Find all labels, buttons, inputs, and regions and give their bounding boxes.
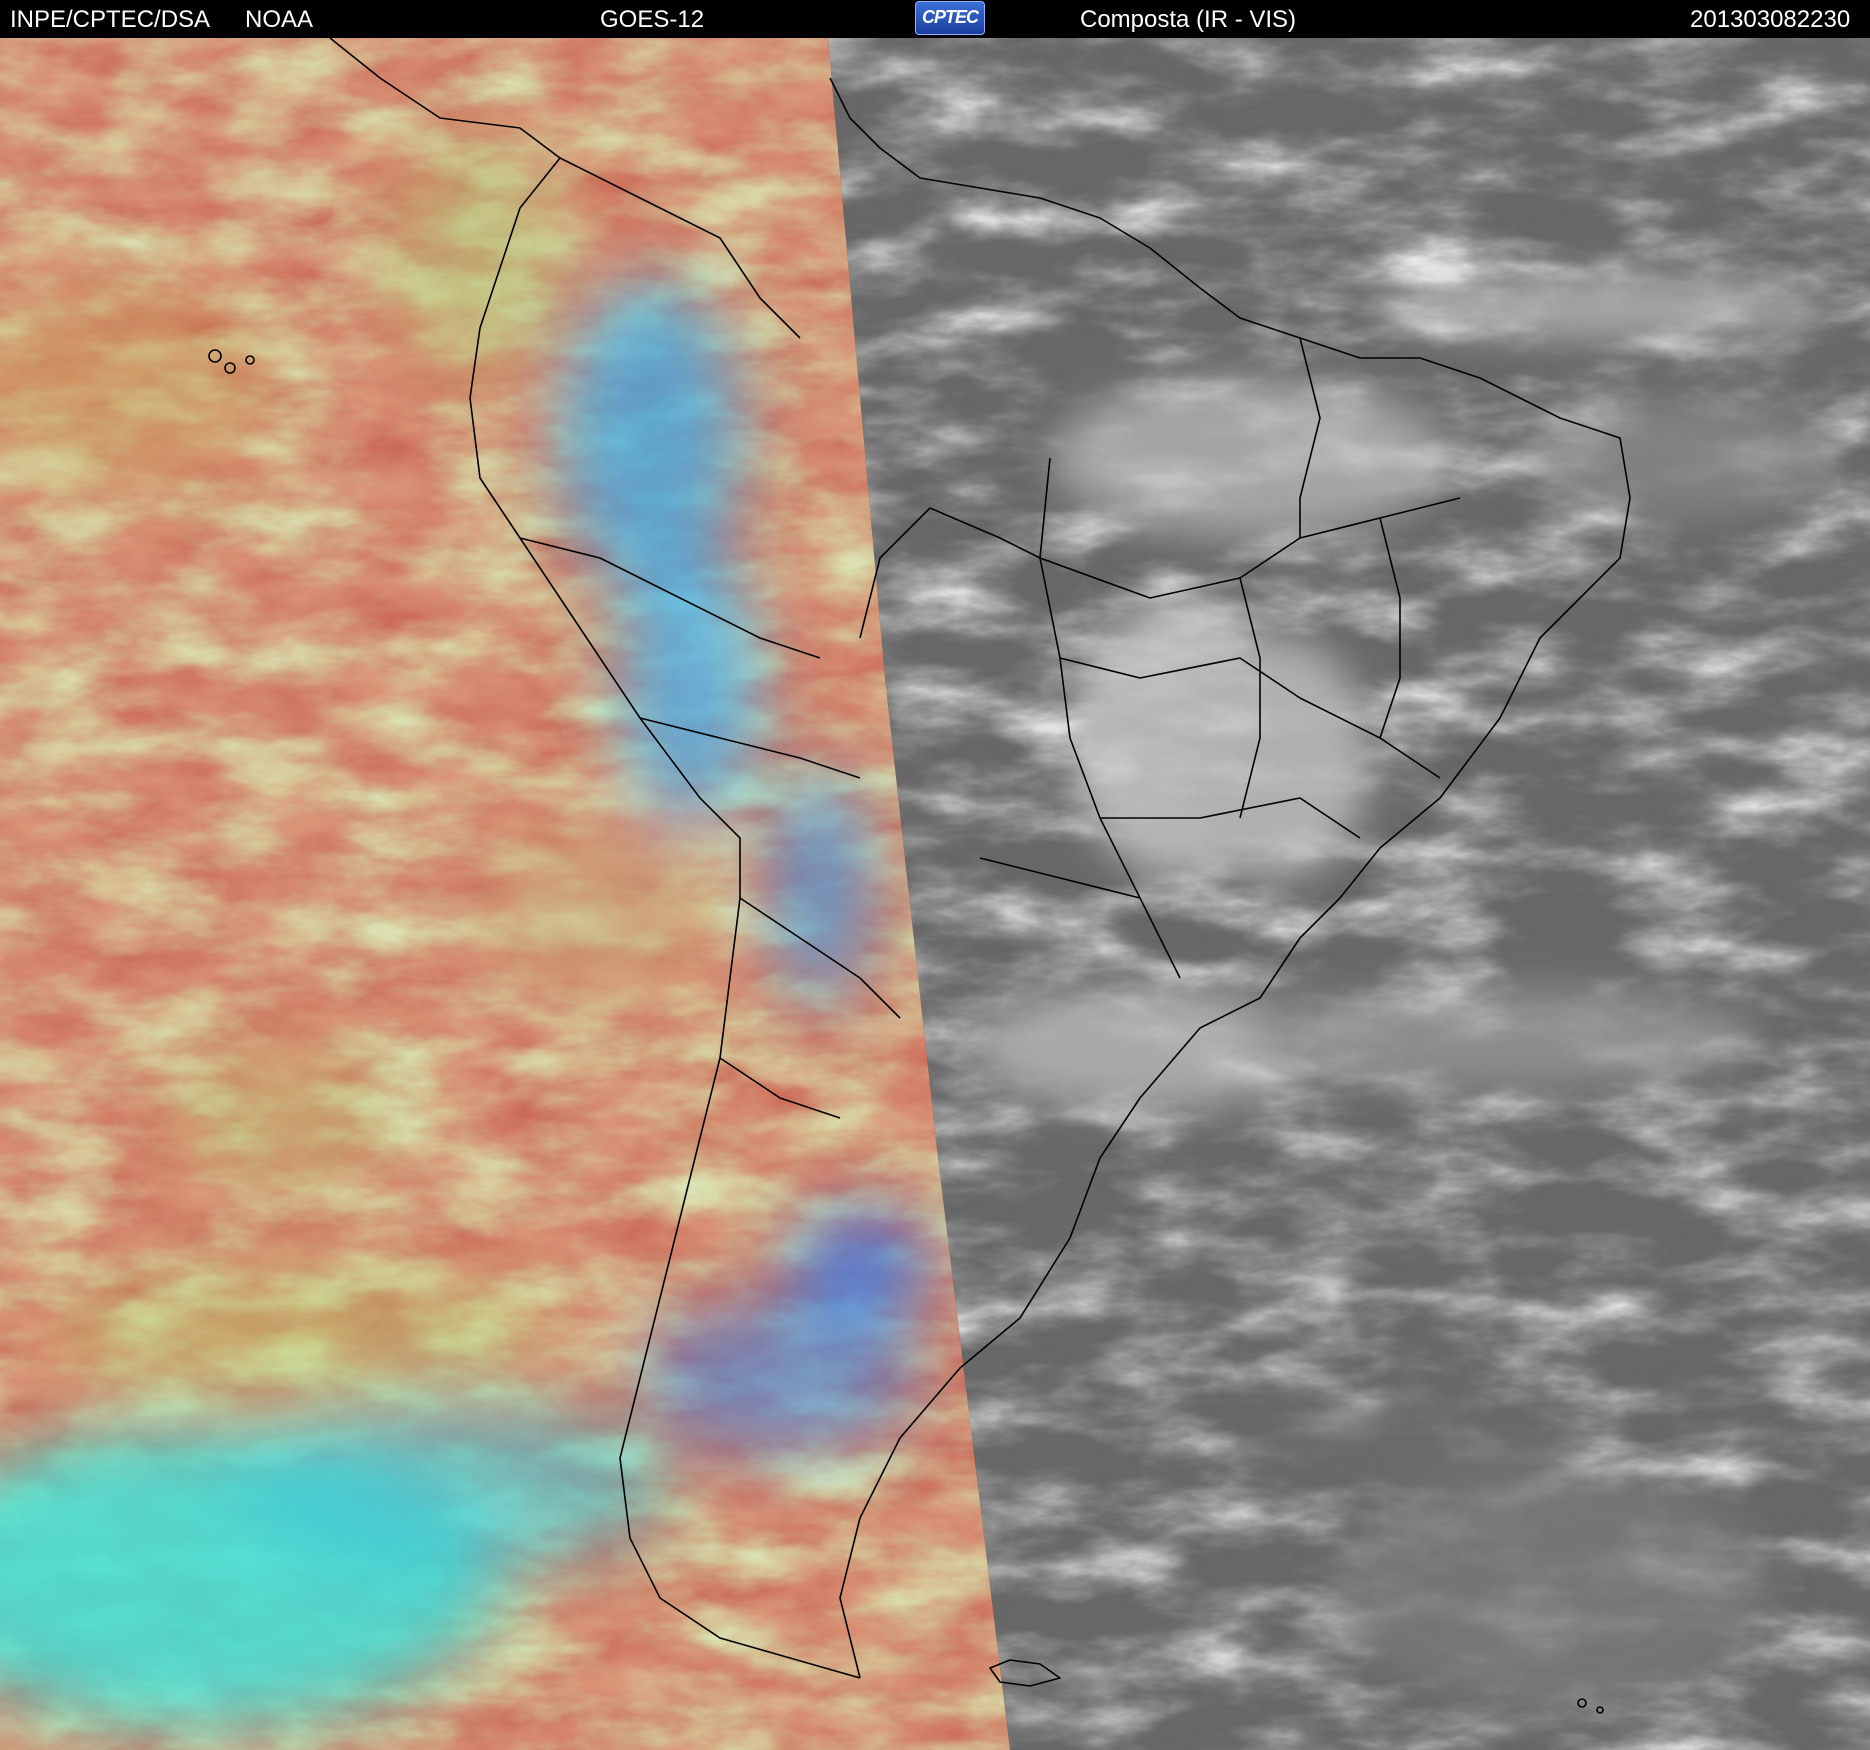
partner-label: NOAA: [245, 6, 314, 33]
cptec-logo-icon: CPTEC: [915, 1, 985, 35]
satellite-label: GOES-12: [600, 6, 705, 33]
satellite-image-page: INPE/CPTEC/DSA NOAA GOES-12 CPTEC Compos…: [0, 0, 1870, 1750]
timestamp-label: 201303082230: [1690, 6, 1851, 33]
header-bar: INPE/CPTEC/DSA NOAA GOES-12 CPTEC Compos…: [0, 0, 1870, 38]
agency-label: INPE/CPTEC/DSA: [10, 6, 211, 33]
composite-image-svg: [0, 38, 1870, 1750]
satellite-imagery: [0, 38, 1870, 1750]
product-label: Composta (IR - VIS): [1080, 6, 1297, 33]
